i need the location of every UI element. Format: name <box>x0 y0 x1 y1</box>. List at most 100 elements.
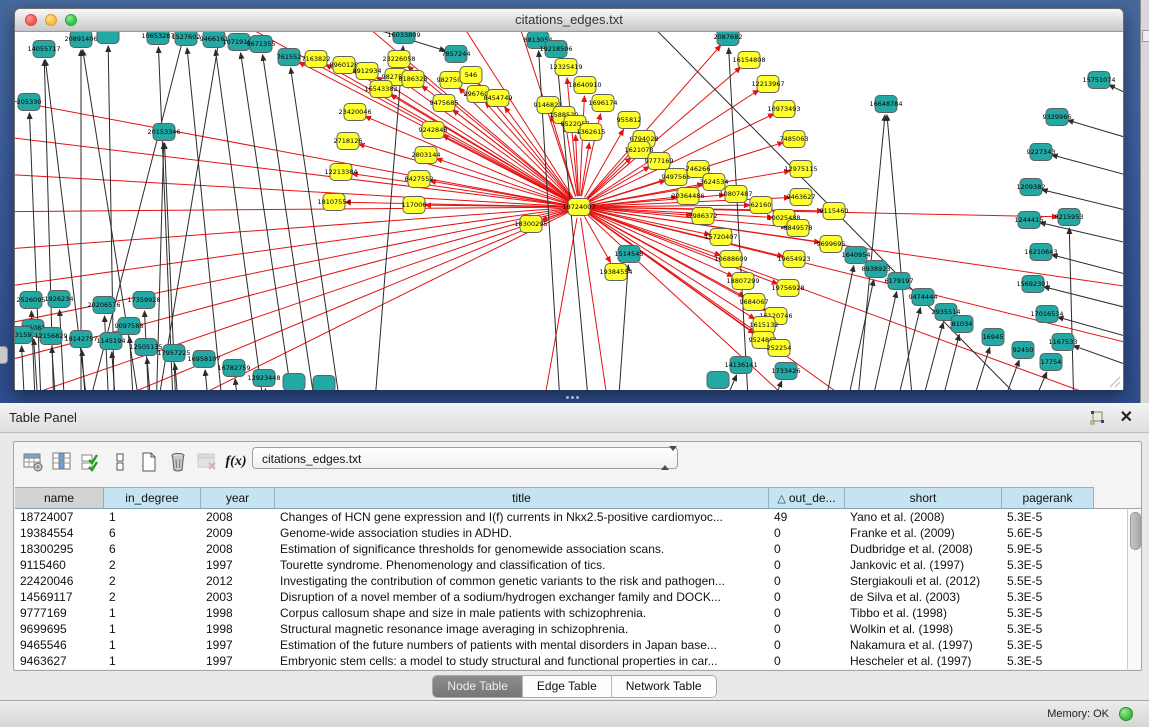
tab-node-table[interactable]: Node Table <box>433 676 523 697</box>
graph-node-label: 16648784 <box>869 100 902 108</box>
graph-edge <box>235 379 243 390</box>
sort-ascending-icon: △ <box>777 493 785 505</box>
table-cell: 5.6E-5 <box>1002 525 1094 541</box>
table-cell: 0 <box>769 541 845 557</box>
table-cell: 9463627 <box>15 653 104 669</box>
table-select-dropdown[interactable]: citations_edges.txt <box>252 447 678 469</box>
graph-node-label: 1926234 <box>45 295 74 303</box>
table-mode-icon[interactable] <box>20 449 46 475</box>
show-columns-icon[interactable] <box>49 449 75 475</box>
table-cell: Stergiakouli et al. (2012) <box>845 573 1002 589</box>
float-window-icon[interactable] <box>1089 410 1105 426</box>
graph-node-label: 15751074 <box>1082 76 1115 84</box>
table-row[interactable]: 1456911722003Disruption of a novel membe… <box>15 589 1127 605</box>
graph-node-label: 19654923 <box>777 255 810 263</box>
scrollbar-thumb[interactable] <box>1130 512 1141 550</box>
graph-node-label: 1733426 <box>772 367 801 375</box>
table-row[interactable]: 1938455462009Genome-wide association stu… <box>15 525 1127 541</box>
table-cell: Jankovic et al. (1997) <box>845 557 1002 573</box>
graph-node-label: 7485063 <box>780 135 809 143</box>
table-cell: 14569117 <box>15 589 104 605</box>
graph-node-label: 20364486 <box>671 192 704 200</box>
column-header-name[interactable]: name <box>15 487 104 509</box>
graph-node-label: 16958107 <box>187 355 220 363</box>
graph-node-label: 16210643 <box>1024 248 1057 256</box>
citation-network-graph: 1872400771638228960128891293423226058982… <box>15 32 1123 390</box>
table-row[interactable]: 969969511998Structural magnetic resonanc… <box>15 621 1127 637</box>
network-canvas[interactable]: 1872400771638228960128891293423226058982… <box>15 32 1123 390</box>
graph-node-label: 9115460 <box>820 207 849 215</box>
graph-node[interactable] <box>313 376 335 391</box>
table-vertical-scrollbar[interactable] <box>1127 509 1141 669</box>
column-header-title[interactable]: title <box>275 487 769 509</box>
graph-edge <box>580 96 585 196</box>
select-rows-icon[interactable] <box>78 449 104 475</box>
graph-node-label: 117006 <box>402 201 427 209</box>
close-icon[interactable]: ✕ <box>1120 407 1133 427</box>
collapsed-control-panel-handle[interactable] <box>0 346 8 364</box>
graph-node-label: 2803144 <box>412 151 441 159</box>
column-header-short[interactable]: short <box>845 487 1002 509</box>
table-cell: 19384554 <box>15 525 104 541</box>
table-row[interactable]: 1830029562008Estimation of significance … <box>15 541 1127 557</box>
table-cell: Estimation of significance thresholds fo… <box>275 541 769 557</box>
graph-node-label: 9097588 <box>115 322 144 330</box>
graph-node-label: 10653287 <box>141 32 174 40</box>
row-height-icon[interactable] <box>107 449 133 475</box>
table-row[interactable]: 911546021997Tourette syndrome. Phenomeno… <box>15 557 1127 573</box>
tab-network-table[interactable]: Network Table <box>612 676 716 697</box>
graph-node[interactable] <box>707 372 729 389</box>
graph-edge <box>158 47 175 390</box>
table-panel-title: Table Panel <box>9 410 77 425</box>
table-cell: 0 <box>769 653 845 669</box>
tab-edge-table[interactable]: Edge Table <box>523 676 612 697</box>
table-cell: 1998 <box>201 621 275 637</box>
table-row[interactable]: 977716911998Corpus callosum shape and si… <box>15 605 1127 621</box>
table-cell: 9699695 <box>15 621 104 637</box>
graph-edge <box>205 370 213 390</box>
graph-node-label: 9684067 <box>740 298 769 306</box>
function-builder-icon[interactable]: f(x) <box>223 449 249 475</box>
table-row[interactable]: 946362711997Embryonic stem cells: a mode… <box>15 653 1127 669</box>
column-header-out-de[interactable]: △out_de... <box>769 487 845 509</box>
graph-node[interactable] <box>97 32 119 44</box>
graph-edge <box>265 389 273 390</box>
delete-column-icon[interactable] <box>165 449 191 475</box>
graph-node-label: 1696174 <box>589 99 618 107</box>
delete-table-icon <box>194 449 220 475</box>
table-cell: 2008 <box>201 509 275 525</box>
graph-node-label: 93159 <box>15 331 31 339</box>
graph-edge <box>1013 372 1047 390</box>
graph-node-label: 9474444 <box>909 293 938 301</box>
column-header-in-degree[interactable]: in_degree <box>104 487 201 509</box>
table-row[interactable]: 1872400712008Changes of HCN gene express… <box>15 509 1127 525</box>
table-row[interactable]: 2242004622012Investigating the contribut… <box>15 573 1127 589</box>
graph-node-label: 761552 <box>277 53 302 61</box>
network-view-window[interactable]: citations_edges.txt 18724007716382289601… <box>14 8 1124 390</box>
column-header-year[interactable]: year <box>201 487 275 509</box>
table-cell: 1 <box>104 621 201 637</box>
table-cell: 5.3E-5 <box>1002 653 1094 669</box>
graph-node-label: 23420046 <box>338 108 371 116</box>
graph-edge <box>29 113 43 390</box>
panel-restore-icon[interactable] <box>1142 30 1149 42</box>
graph-edge <box>957 347 990 390</box>
graph-edge <box>815 266 854 390</box>
table-cell: 2003 <box>201 589 275 605</box>
graph-node-label: 17957225 <box>157 349 190 357</box>
graph-node-label: 1167533 <box>1049 338 1078 346</box>
graph-edge <box>1109 85 1123 117</box>
graph-node-label: 9463627 <box>787 193 816 201</box>
window-titlebar[interactable]: citations_edges.txt <box>15 9 1123 32</box>
column-header-pagerank[interactable]: pagerank <box>1002 487 1094 509</box>
graph-node-label: 16154808 <box>732 56 765 64</box>
table-row[interactable]: 946554611997Estimation of the future num… <box>15 637 1127 653</box>
collapsed-results-panel[interactable] <box>1140 0 1149 403</box>
graph-edge <box>752 381 782 390</box>
graph-node-label: 546 <box>465 71 477 79</box>
new-column-icon[interactable] <box>136 449 162 475</box>
split-pane-divider[interactable] <box>566 396 584 401</box>
table-cell: 1998 <box>201 605 275 621</box>
window-resize-grip[interactable] <box>1107 374 1121 388</box>
graph-node[interactable] <box>283 374 305 391</box>
